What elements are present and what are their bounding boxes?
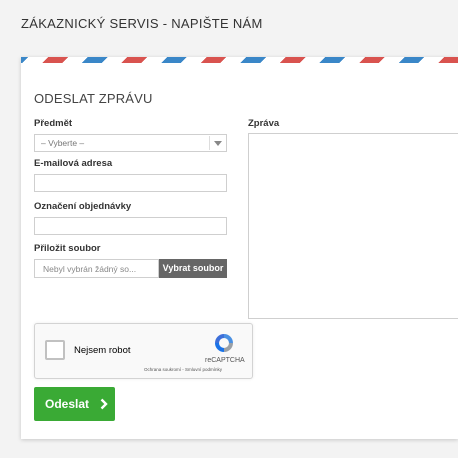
email-label: E-mailová adresa xyxy=(34,158,113,169)
email-field[interactable] xyxy=(34,174,227,192)
choose-file-button[interactable]: Vybrat soubor xyxy=(159,259,227,278)
order-label: Označení objednávky xyxy=(34,201,132,212)
order-number-field[interactable] xyxy=(34,217,227,235)
recaptcha-widget: Nejsem robot reCAPTCHA Ochrana soukromí … xyxy=(34,323,253,379)
subject-select[interactable]: – Vyberte – xyxy=(34,134,227,152)
recaptcha-brand: reCAPTCHA xyxy=(205,357,245,364)
contact-form-card: ODESLAT ZPRÁVU Předmět – Vyberte – E-mai… xyxy=(21,57,458,439)
caret-down-icon xyxy=(209,136,225,150)
subject-selected-value: – Vyberte – xyxy=(41,138,85,148)
file-name-display[interactable]: Nebyl vybrán žádný so... xyxy=(34,259,159,278)
form-heading: ODESLAT ZPRÁVU xyxy=(34,91,153,106)
submit-label: Odeslat xyxy=(45,397,90,411)
submit-button[interactable]: Odeslat xyxy=(34,387,115,421)
subject-label: Předmět xyxy=(34,118,73,129)
recaptcha-logo-icon xyxy=(215,334,233,352)
message-textarea[interactable] xyxy=(248,133,458,319)
recaptcha-links[interactable]: Ochrana soukromí - Smluvní podmínky xyxy=(144,367,222,372)
page-title: ZÁKAZNICKÝ SERVIS - NAPIŠTE NÁM xyxy=(21,16,263,31)
attachment-label: Přiložit soubor xyxy=(34,243,101,254)
message-label: Zpráva xyxy=(248,118,280,129)
recaptcha-checkbox[interactable] xyxy=(45,340,65,360)
airmail-border xyxy=(21,57,458,63)
chevron-right-icon xyxy=(100,398,108,410)
recaptcha-label: Nejsem robot xyxy=(74,345,131,356)
